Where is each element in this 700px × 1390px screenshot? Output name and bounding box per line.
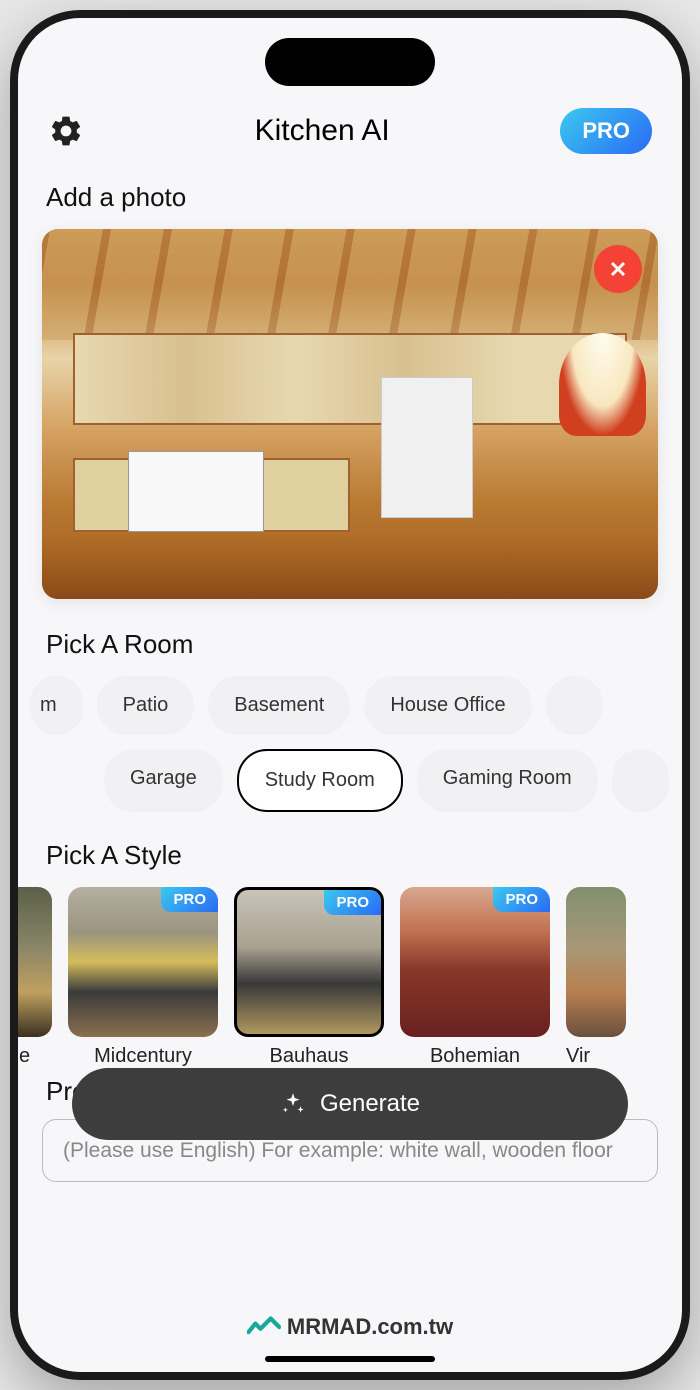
style-selector[interactable]: e PRO Midcentury PRO Bauhaus PRO xyxy=(18,887,682,1068)
style-pro-tag: PRO xyxy=(161,887,218,912)
room-row-1[interactable]: m Patio Basement House Office xyxy=(30,676,682,735)
phone-screen: Kitchen AI PRO Add a photo xyxy=(18,18,682,1372)
room-chip-partial[interactable]: m xyxy=(30,676,83,735)
photo-card[interactable] xyxy=(42,229,658,599)
generate-label: Generate xyxy=(320,1090,420,1118)
room-chip-basement[interactable]: Basement xyxy=(208,676,350,735)
watermark: MRMAD.com.tw xyxy=(247,1314,453,1340)
room-chip-partial-right[interactable] xyxy=(546,676,604,735)
settings-button[interactable] xyxy=(48,113,84,149)
prompt-section: Pro Generate (Please use English) For ex… xyxy=(42,1076,658,1182)
room-chip-patio[interactable]: Patio xyxy=(97,676,195,735)
room-chip-garage[interactable]: Garage xyxy=(104,749,223,812)
style-thumb xyxy=(566,887,626,1037)
style-label: Midcentury xyxy=(68,1045,218,1068)
pick-room-title: Pick A Room xyxy=(42,629,658,660)
dynamic-island xyxy=(265,38,435,86)
sparkle-icon xyxy=(280,1091,306,1117)
style-thumb: PRO xyxy=(68,887,218,1037)
uploaded-photo xyxy=(42,229,658,599)
room-selector: m Patio Basement House Office Garage Stu… xyxy=(42,676,658,812)
watermark-logo-icon xyxy=(247,1315,281,1339)
watermark-text: MRMAD.com.tw xyxy=(287,1314,453,1340)
style-label: Vir xyxy=(566,1045,626,1068)
style-thumb: PRO xyxy=(400,887,550,1037)
close-icon xyxy=(606,257,630,281)
style-thumb: PRO xyxy=(234,887,384,1037)
gear-icon xyxy=(48,113,84,149)
app-header: Kitchen AI PRO xyxy=(42,108,658,154)
style-card-bauhaus[interactable]: PRO Bauhaus xyxy=(234,887,384,1068)
app-title: Kitchen AI xyxy=(255,114,390,148)
style-card-midcentury[interactable]: PRO Midcentury xyxy=(68,887,218,1068)
style-card-partial-right[interactable]: Vir xyxy=(566,887,626,1068)
style-card-bohemian[interactable]: PRO Bohemian xyxy=(400,887,550,1068)
room-row-2[interactable]: Garage Study Room Gaming Room xyxy=(30,749,682,812)
style-label: Bohemian xyxy=(400,1045,550,1068)
style-thumb xyxy=(18,887,52,1037)
style-label: Bauhaus xyxy=(234,1045,384,1068)
remove-photo-button[interactable] xyxy=(594,245,642,293)
room-chip-house-office[interactable]: House Office xyxy=(364,676,531,735)
style-pro-tag: PRO xyxy=(324,890,381,915)
pro-badge-button[interactable]: PRO xyxy=(560,108,652,154)
pick-style-title: Pick A Style xyxy=(42,840,658,871)
room-chip-partial-right-2[interactable] xyxy=(612,749,670,812)
room-chip-gaming-room[interactable]: Gaming Room xyxy=(417,749,598,812)
app-content: Kitchen AI PRO Add a photo xyxy=(18,18,682,1372)
add-photo-title: Add a photo xyxy=(42,182,658,213)
room-chip-study-room[interactable]: Study Room xyxy=(237,749,403,812)
style-card-partial-left[interactable]: e xyxy=(18,887,52,1068)
style-label: e xyxy=(18,1045,52,1068)
generate-button[interactable]: Generate xyxy=(72,1068,628,1140)
home-indicator[interactable] xyxy=(265,1356,435,1362)
style-pro-tag: PRO xyxy=(493,887,550,912)
phone-frame: Kitchen AI PRO Add a photo xyxy=(10,10,690,1380)
